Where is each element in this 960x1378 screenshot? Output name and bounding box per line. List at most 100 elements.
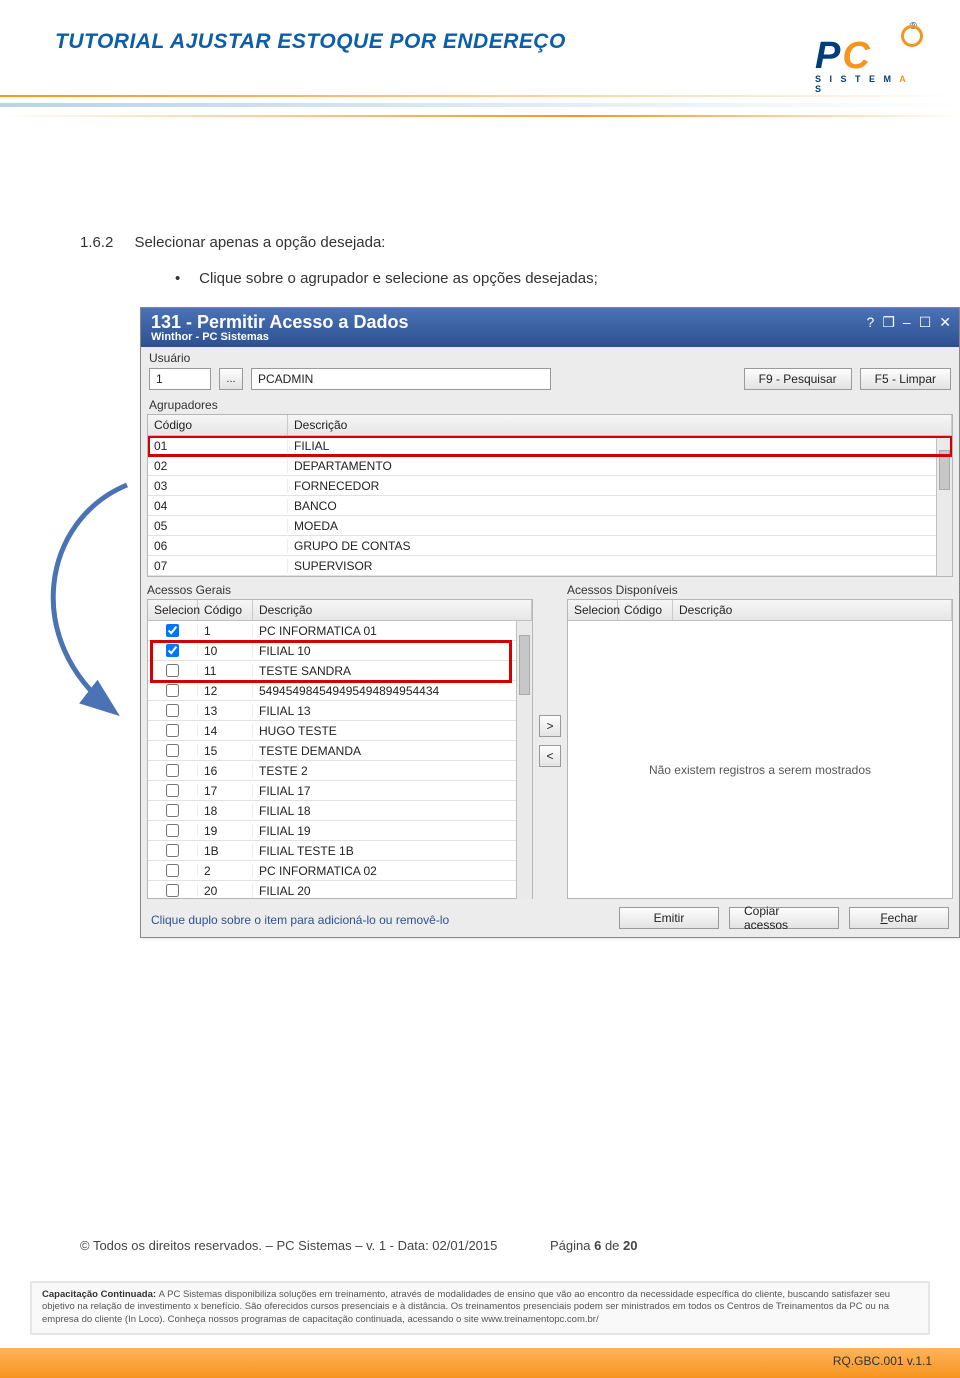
no-records-message: Não existem registros a serem mostrados — [568, 621, 952, 919]
item-checkbox[interactable] — [166, 844, 179, 857]
item-desc: FILIAL 13 — [253, 704, 532, 718]
item-row[interactable]: 14HUGO TESTE — [148, 721, 532, 741]
group-code: 06 — [148, 539, 288, 553]
item-checkbox-cell[interactable] — [148, 804, 198, 817]
item-checkbox[interactable] — [166, 784, 179, 797]
item-checkbox[interactable] — [166, 664, 179, 677]
acessos-gerais-grid[interactable]: Selecion Código Descrição 1PC INFORMATIC… — [147, 599, 533, 899]
col-header-codigo[interactable]: Código — [148, 415, 288, 435]
item-checkbox-cell[interactable] — [148, 864, 198, 877]
col-header-descricao-right[interactable]: Descrição — [673, 600, 952, 620]
col-header-selecionar-right[interactable]: Selecion — [568, 600, 618, 620]
user-code-input[interactable]: 1 — [149, 368, 211, 390]
item-desc: TESTE DEMANDA — [253, 744, 532, 758]
item-checkbox[interactable] — [166, 704, 179, 717]
item-checkbox[interactable] — [166, 724, 179, 737]
copyright-text: © Todos os direitos reservados. – PC Sis… — [80, 1238, 497, 1253]
col-header-descricao[interactable]: Descrição — [288, 415, 952, 435]
footer-line: © Todos os direitos reservados. – PC Sis… — [80, 1238, 860, 1253]
disclaimer-lead: Capacitação Continuada: — [42, 1289, 159, 1300]
maximize-icon[interactable]: ☐ — [919, 314, 932, 331]
item-checkbox-cell[interactable] — [148, 644, 198, 657]
item-row[interactable]: 10FILIAL 10 — [148, 641, 532, 661]
scrollbar-vertical[interactable] — [936, 436, 952, 576]
item-checkbox-cell[interactable] — [148, 784, 198, 797]
help-icon[interactable]: ? — [867, 314, 875, 331]
item-desc: PC INFORMATICA 02 — [253, 864, 532, 878]
window-titlebar[interactable]: 131 - Permitir Acesso a Dados Winthor - … — [141, 308, 959, 347]
minimize-icon[interactable]: – — [903, 314, 911, 331]
col-header-codigo-right[interactable]: Código — [618, 600, 673, 620]
group-row[interactable]: 07SUPERVISOR — [148, 556, 952, 576]
disclaimer-box: Capacitação Continuada: A PC Sistemas di… — [30, 1281, 930, 1335]
item-row[interactable]: 1PC INFORMATICA 01 — [148, 621, 532, 641]
item-checkbox-cell[interactable] — [148, 664, 198, 677]
group-code: 01 — [148, 439, 288, 453]
group-desc: BANCO — [288, 499, 952, 513]
logo-p: P — [815, 35, 840, 78]
window-title: 131 - Permitir Acesso a Dados — [151, 312, 949, 333]
item-row[interactable]: 12549454984549495494894954434 — [148, 681, 532, 701]
hint-text: Clique duplo sobre o item para adicioná-… — [141, 909, 459, 931]
acessos-disponiveis-grid[interactable]: Selecion Código Descrição Não existem re… — [567, 599, 953, 899]
lookup-button[interactable]: ... — [219, 368, 243, 390]
item-checkbox[interactable] — [166, 864, 179, 877]
group-desc: GRUPO DE CONTAS — [288, 539, 952, 553]
close-icon[interactable]: ✕ — [939, 314, 951, 331]
search-button[interactable]: F9 - Pesquisar — [744, 368, 852, 390]
group-row[interactable]: 01FILIAL — [148, 436, 952, 456]
item-desc: TESTE 2 — [253, 764, 532, 778]
item-checkbox-cell[interactable] — [148, 844, 198, 857]
item-checkbox[interactable] — [166, 624, 179, 637]
left-panel-label: Acessos Gerais — [147, 583, 533, 597]
col-header-descricao-left[interactable]: Descrição — [253, 600, 532, 620]
item-checkbox-cell[interactable] — [148, 624, 198, 637]
item-checkbox[interactable] — [166, 884, 179, 897]
scrollbar-vertical-left[interactable] — [516, 621, 532, 899]
col-header-selecionar[interactable]: Selecion — [148, 600, 198, 620]
group-row[interactable]: 03FORNECEDOR — [148, 476, 952, 496]
item-desc: FILIAL 20 — [253, 884, 532, 898]
item-row[interactable]: 11TESTE SANDRA — [148, 661, 532, 681]
clear-button[interactable]: F5 - Limpar — [860, 368, 951, 390]
item-checkbox[interactable] — [166, 764, 179, 777]
group-row[interactable]: 06GRUPO DE CONTAS — [148, 536, 952, 556]
item-row[interactable]: 2PC INFORMATICA 02 — [148, 861, 532, 881]
item-row[interactable]: 16TESTE 2 — [148, 761, 532, 781]
group-row[interactable]: 04BANCO — [148, 496, 952, 516]
move-right-button[interactable]: > — [539, 715, 561, 737]
item-checkbox-cell[interactable] — [148, 824, 198, 837]
restore-icon[interactable]: ❐ — [882, 314, 895, 331]
item-code: 18 — [198, 804, 253, 818]
item-row[interactable]: 18FILIAL 18 — [148, 801, 532, 821]
page-number: Página 6 de 20 — [550, 1238, 637, 1253]
group-desc: MOEDA — [288, 519, 952, 533]
item-checkbox-cell[interactable] — [148, 704, 198, 717]
item-checkbox[interactable] — [166, 644, 179, 657]
item-checkbox-cell[interactable] — [148, 744, 198, 757]
user-label: Usuário — [149, 351, 951, 365]
item-row[interactable]: 1BFILIAL TESTE 1B — [148, 841, 532, 861]
group-desc: SUPERVISOR — [288, 559, 952, 573]
item-checkbox-cell[interactable] — [148, 724, 198, 737]
item-checkbox[interactable] — [166, 824, 179, 837]
item-row[interactable]: 20FILIAL 20 — [148, 881, 532, 899]
group-row[interactable]: 05MOEDA — [148, 516, 952, 536]
group-row[interactable]: 02DEPARTAMENTO — [148, 456, 952, 476]
groups-grid[interactable]: Código Descrição 01FILIAL02DEPARTAMENTO0… — [147, 414, 953, 577]
item-checkbox-cell[interactable] — [148, 764, 198, 777]
item-row[interactable]: 15TESTE DEMANDA — [148, 741, 532, 761]
move-left-button[interactable]: < — [539, 745, 561, 767]
item-row[interactable]: 19FILIAL 19 — [148, 821, 532, 841]
item-row[interactable]: 13FILIAL 13 — [148, 701, 532, 721]
item-checkbox[interactable] — [166, 684, 179, 697]
col-header-codigo-left[interactable]: Código — [198, 600, 253, 620]
item-checkbox[interactable] — [166, 804, 179, 817]
item-row[interactable]: 17FILIAL 17 — [148, 781, 532, 801]
item-checkbox-cell[interactable] — [148, 884, 198, 897]
item-checkbox[interactable] — [166, 744, 179, 757]
disclaimer-body: A PC Sistemas disponibiliza soluções em … — [42, 1289, 890, 1326]
item-checkbox-cell[interactable] — [148, 684, 198, 697]
item-code: 10 — [198, 644, 253, 658]
group-code: 02 — [148, 459, 288, 473]
